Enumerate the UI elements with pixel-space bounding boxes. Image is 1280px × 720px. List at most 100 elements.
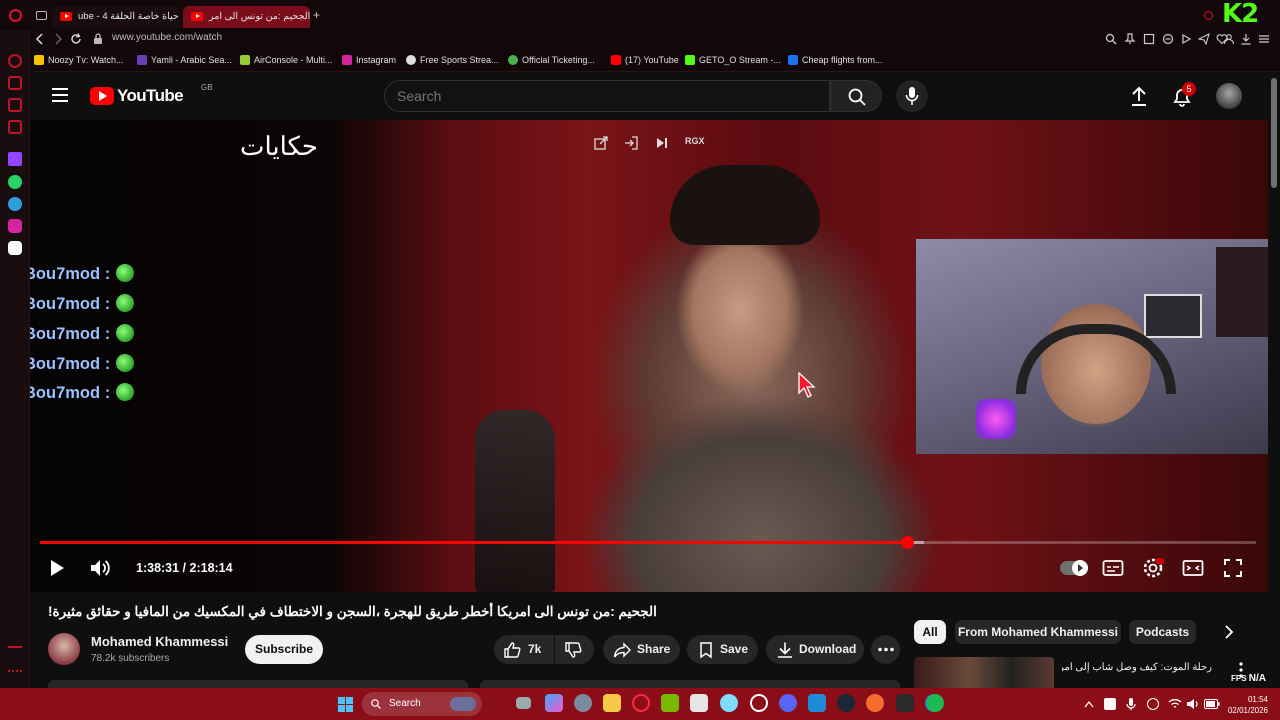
progress-bar[interactable] (40, 536, 1256, 549)
tray-chevron-up-icon[interactable] (1084, 700, 1094, 708)
tab-inactive[interactable]: (5) حياة خاصة الحلقة 4 - ube (52, 6, 180, 28)
player-icon[interactable] (8, 120, 22, 134)
avatar[interactable] (1216, 83, 1242, 109)
bookmark-item[interactable]: Instagram (342, 55, 396, 65)
recommendation-thumbnail[interactable] (914, 657, 1054, 688)
copilot-icon[interactable] (545, 694, 563, 712)
download-icon[interactable] (1240, 33, 1252, 45)
more-icon[interactable] (8, 670, 22, 674)
clock-date[interactable]: 02/01/2026 (1228, 706, 1268, 715)
discord-app-icon[interactable] (779, 694, 797, 712)
nvidia-icon[interactable] (661, 694, 679, 712)
tray-app-icon[interactable] (1104, 698, 1116, 710)
spotify-icon[interactable] (926, 694, 944, 712)
bookmark-item[interactable]: (17) YouTube (611, 55, 679, 65)
bookmark-item[interactable]: Noozy Tv: Watch... (34, 55, 124, 65)
reload-icon[interactable] (70, 33, 82, 45)
more-actions-button[interactable] (871, 635, 900, 664)
volume-icon[interactable] (88, 556, 112, 580)
back-icon[interactable] (34, 33, 46, 45)
download-button[interactable]: Download (766, 635, 864, 664)
clock-time[interactable]: 01:54 (1248, 695, 1268, 704)
settings-gear-icon[interactable] (1141, 556, 1165, 580)
lock-icon[interactable] (93, 33, 103, 44)
steam-icon[interactable] (837, 694, 855, 712)
subscribe-button[interactable]: Subscribe (245, 635, 323, 664)
autoplay-toggle[interactable] (1060, 560, 1088, 576)
opera-gx-icon[interactable] (632, 694, 650, 712)
search-box[interactable] (384, 80, 830, 112)
play-button[interactable] (44, 556, 68, 580)
instagram-icon[interactable] (8, 219, 22, 233)
subtitles-icon[interactable] (1101, 556, 1125, 580)
share-button[interactable]: Share (603, 635, 680, 664)
wifi-icon[interactable] (1168, 698, 1182, 710)
create-upload-icon[interactable] (1130, 86, 1148, 106)
app-icon[interactable] (808, 694, 826, 712)
tray-language-icon[interactable] (1147, 698, 1159, 710)
store-icon[interactable] (690, 694, 708, 712)
windows-start-icon[interactable] (338, 697, 353, 712)
dislike-button[interactable] (555, 635, 594, 664)
messenger-icon[interactable] (8, 98, 22, 112)
settings-icon[interactable] (574, 694, 592, 712)
bookmark-item[interactable]: AirConsole - Multi... (240, 55, 333, 65)
forward-icon[interactable] (52, 33, 64, 45)
whatsapp-icon[interactable] (8, 175, 22, 189)
snapshot-icon[interactable] (1143, 33, 1155, 45)
popout-icon[interactable] (594, 136, 608, 150)
send-icon[interactable] (1198, 33, 1210, 45)
video-player[interactable]: حكايات RGX Bou7mod : Bou7mod : Bou7mod :… (30, 120, 1268, 592)
pin-icon[interactable] (1124, 33, 1136, 45)
chip-from-channel[interactable]: From Mohamed Khammessi (955, 620, 1121, 644)
skip-icon[interactable] (656, 137, 668, 149)
origin-icon[interactable] (866, 694, 884, 712)
taskbar-search[interactable]: Search (362, 692, 482, 716)
recommendation-title[interactable]: رحلة الموت: كيف وصل شاب إلى أمريكا عبر أ… (1062, 662, 1212, 673)
ai-icon[interactable] (8, 54, 22, 68)
tab-manager-icon[interactable] (36, 11, 47, 20)
bookmark-item[interactable]: Official Ticketing... (508, 55, 595, 65)
fullscreen-icon[interactable] (1221, 556, 1245, 580)
profile-icon[interactable] (1223, 33, 1235, 45)
scrollbar-thumb[interactable] (1271, 78, 1277, 188)
chatgpt-icon[interactable] (750, 694, 768, 712)
task-view-icon[interactable] (516, 697, 531, 709)
bookmark-item[interactable]: Cheap flights from... (788, 55, 883, 65)
voice-search-button[interactable] (896, 80, 928, 112)
tray-microphone-icon[interactable] (1126, 697, 1136, 711)
gx-icon[interactable] (8, 646, 22, 654)
progress-scrubber[interactable] (900, 536, 914, 549)
chevron-right-icon[interactable] (1222, 625, 1236, 639)
chip-all[interactable]: All (914, 620, 946, 644)
battery-icon[interactable] (1204, 699, 1220, 709)
menu-icon[interactable] (1258, 33, 1270, 45)
rgx-button[interactable]: RGX (685, 136, 705, 146)
tab-active[interactable]: (5) الجحيم :من تونس الى امر (183, 6, 310, 28)
shopping-icon[interactable] (8, 76, 22, 90)
new-tab-button[interactable]: + (313, 8, 320, 22)
page-scrollbar[interactable] (1268, 72, 1280, 688)
hamburger-menu-icon[interactable] (52, 88, 68, 102)
search-button[interactable] (830, 80, 882, 112)
chip-podcasts[interactable]: Podcasts (1129, 620, 1196, 644)
vpn-icon[interactable] (1162, 33, 1174, 45)
save-button[interactable]: Save (687, 635, 758, 664)
url-text[interactable]: www.youtube.com/watch (112, 32, 222, 43)
bookmark-item[interactable]: GETO_O Stream -... (685, 55, 781, 65)
notifications-button[interactable]: 5 (1170, 82, 1196, 108)
search-tabs-icon[interactable] (1204, 11, 1213, 20)
bookmark-item[interactable]: Yamli - Arabic Sea... (137, 55, 232, 65)
detach-icon[interactable] (624, 136, 638, 150)
channel-name[interactable]: Mohamed Khammessi (91, 634, 228, 649)
bookmark-item[interactable]: Free Sports Strea... (406, 55, 499, 65)
speaker-icon[interactable] (1186, 698, 1200, 710)
zoom-icon[interactable] (1105, 33, 1117, 45)
telegram-icon[interactable] (8, 197, 22, 211)
discord-icon[interactable] (8, 241, 22, 255)
opera-logo-icon[interactable] (9, 9, 22, 22)
search-input[interactable] (385, 81, 829, 111)
theater-mode-icon[interactable] (1181, 556, 1205, 580)
like-button[interactable]: 7k (494, 635, 554, 664)
vpn-app-icon[interactable] (720, 694, 738, 712)
